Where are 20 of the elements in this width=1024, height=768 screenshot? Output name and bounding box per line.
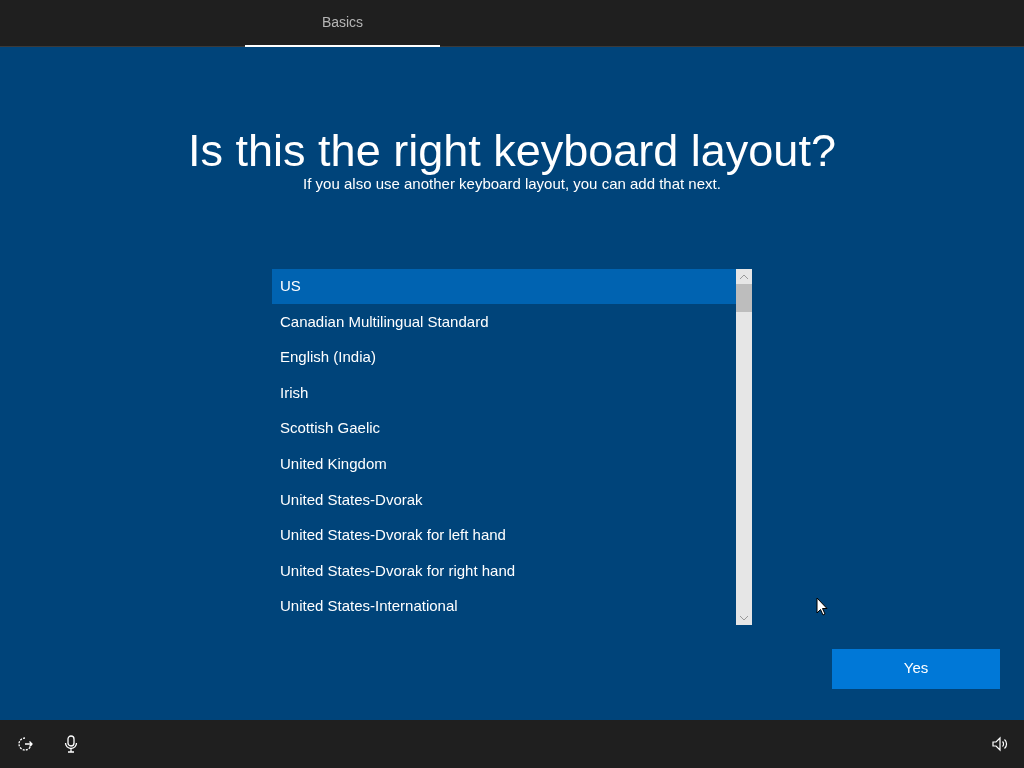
list-item[interactable]: United States-Dvorak [272, 482, 736, 518]
scrollbar[interactable] [736, 268, 752, 625]
list-item[interactable]: United States-Dvorak for left hand [272, 517, 736, 554]
speaker-icon[interactable] [992, 736, 1008, 752]
scroll-thumb[interactable] [736, 283, 752, 312]
list-item[interactable]: Scottish Gaelic [272, 410, 736, 447]
tab[interactable]: Basics [245, 0, 440, 47]
yes-button[interactable]: Yes [832, 648, 1000, 689]
list-item[interactable]: English (India) [272, 339, 736, 376]
list-item[interactable]: US [272, 268, 736, 305]
list-item[interactable]: Canadian Multilingual Standard [272, 304, 736, 340]
scroll-up-icon[interactable] [739, 273, 749, 280]
list-item[interactable]: Irish [272, 375, 736, 411]
microphone-icon[interactable] [64, 735, 78, 753]
scroll-down-icon[interactable] [739, 614, 749, 621]
mouse-pointer-icon [816, 597, 828, 616]
list-item[interactable]: United States-Dvorak for right hand [272, 553, 736, 589]
list-item[interactable]: United States-International [272, 588, 736, 625]
accessibility-icon[interactable] [16, 735, 34, 753]
list-item[interactable]: United Kingdom [272, 446, 736, 483]
